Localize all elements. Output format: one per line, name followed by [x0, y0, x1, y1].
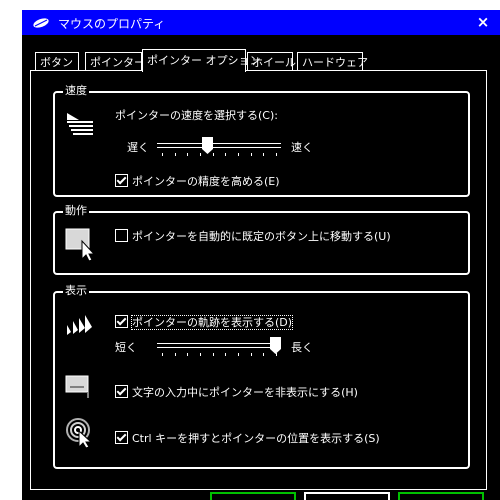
tab-panel: 速度 ポインターの速度を選択する(C): 遅く 速く ポインターの精度を高める(…: [30, 70, 487, 490]
trails-checkbox[interactable]: [115, 315, 128, 328]
ok-button[interactable]: [210, 492, 296, 500]
title-bar: マウスのプロパティ ×: [22, 10, 500, 35]
hide-typing-label: 文字の入力中にポインターを非表示にする(H): [132, 386, 358, 399]
slider-tick: [263, 153, 265, 156]
snap-checkbox-row[interactable]: ポインターを自動的に既定のボタン上に移動する(U): [115, 229, 391, 244]
slider-tick: [238, 153, 239, 156]
tab-buttons[interactable]: ボタン: [35, 52, 79, 71]
slider-tick: [162, 353, 163, 356]
mouse-properties-window: マウスのプロパティ × ボタン ポインター ポインター オプション ホイール ハ…: [22, 10, 500, 500]
slider-tick: [250, 153, 252, 156]
speed-slow-label: 遅く: [127, 141, 149, 154]
slider-tick: [187, 153, 189, 156]
snap-label: ポインターを自動的に既定のボタン上に移動する(U): [132, 230, 391, 243]
mouse-icon: [32, 17, 50, 32]
speed-group: 速度 ポインターの速度を選択する(C): 遅く 速く ポインターの精度を高める(…: [53, 84, 470, 197]
speed-slider-ticks: [157, 153, 281, 157]
slider-tick: [200, 153, 201, 156]
speed-slider-thumb[interactable]: [202, 137, 214, 155]
cancel-button[interactable]: [304, 492, 390, 500]
slider-tick: [276, 153, 277, 156]
slider-tick: [187, 353, 189, 356]
hide-pointer-icon: [65, 375, 95, 404]
ctrl-locate-checkbox-row[interactable]: Ctrl キーを押すとポインターの位置を表示する(S): [115, 431, 380, 446]
hide-typing-checkbox[interactable]: [115, 385, 128, 398]
slider-tick: [212, 353, 214, 356]
hide-typing-checkbox-row[interactable]: 文字の入力中にポインターを非表示にする(H): [115, 385, 358, 400]
precision-checkbox-row[interactable]: ポインターの精度を高める(E): [115, 174, 280, 189]
trails-label: ポインターの軌跡を表示する(D): [130, 315, 294, 330]
speed-select-label: ポインターの速度を選択する(C):: [115, 109, 278, 122]
pointer-trails-icon: [65, 315, 97, 340]
speed-slider-track: [157, 143, 281, 148]
snap-checkbox[interactable]: [115, 229, 128, 242]
trails-slider-thumb[interactable]: [270, 337, 281, 355]
speed-group-label: 速度: [63, 84, 89, 98]
slider-tick: [263, 353, 265, 356]
snap-group: 動作 ポインターを自動的に既定のボタン上に移動する(U): [53, 204, 470, 275]
slider-tick: [238, 353, 239, 356]
precision-checkbox[interactable]: [115, 174, 128, 187]
precision-label: ポインターの精度を高める(E): [132, 175, 280, 188]
snap-group-label: 動作: [63, 204, 89, 218]
ctrl-locate-checkbox[interactable]: [115, 431, 128, 444]
visibility-group: 表示 ポインターの軌跡を表示する(D) 短く 長く 文字の入力中にポインターを非…: [53, 284, 470, 469]
ctrl-locate-icon: [65, 417, 97, 452]
tab-hardware[interactable]: ハードウェア: [297, 52, 368, 71]
slider-tick: [225, 153, 227, 156]
trails-short-label: 短く: [115, 341, 137, 354]
slider-tick: [162, 153, 163, 156]
speed-fast-label: 速く: [291, 141, 313, 154]
pointer-trails-slider[interactable]: [157, 337, 281, 359]
visibility-group-label: 表示: [63, 284, 89, 298]
close-button[interactable]: ×: [466, 10, 500, 35]
snap-to-icon: [65, 227, 97, 264]
ctrl-locate-label: Ctrl キーを押すとポインターの位置を表示する(S): [132, 432, 380, 445]
tab-pointer-options[interactable]: ポインター オプション: [142, 49, 261, 72]
slider-tick: [200, 353, 201, 356]
slider-tick: [174, 353, 176, 356]
apply-button[interactable]: [398, 492, 484, 500]
trails-checkbox-row[interactable]: ポインターの軌跡を表示する(D): [115, 315, 294, 330]
slider-tick: [225, 353, 227, 356]
trails-slider-ticks: [157, 353, 281, 357]
pointer-speed-slider[interactable]: [157, 137, 281, 159]
slider-tick: [174, 153, 176, 156]
slider-tick: [250, 353, 252, 356]
pointer-speed-icon: [65, 111, 95, 140]
trails-slider-track: [157, 343, 281, 348]
trails-long-label: 長く: [291, 341, 313, 354]
window-title: マウスのプロパティ: [58, 17, 166, 31]
tab-pointers[interactable]: ポインター: [85, 52, 145, 71]
